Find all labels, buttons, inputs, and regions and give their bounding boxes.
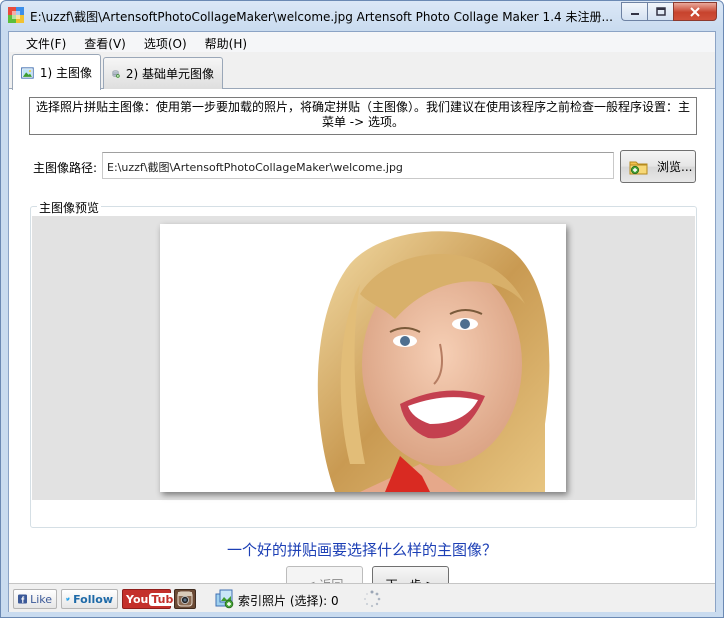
minimize-icon: [630, 12, 639, 15]
step-description: 选择照片拼贴主图像：使用第一步要加载的照片，将确定拼贴（主图像）。我们建议在使用…: [29, 97, 697, 135]
menu-view[interactable]: 查看(V): [75, 32, 135, 52]
browse-button-label: 浏览...: [657, 160, 693, 174]
preview-group: 主图像预览: [30, 199, 697, 528]
tab-base-images-label: 2) 基础单元图像: [125, 67, 214, 81]
menu-bar: 文件(F) 查看(V) 选项(O) 帮助(H): [9, 32, 715, 52]
twitter-follow-button[interactable]: Follow: [61, 589, 118, 609]
youtube-button[interactable]: You Tube: [122, 589, 183, 609]
facebook-icon: [18, 594, 28, 604]
window-title: E:\uzzf\截图\ArtensoftPhotoCollageMaker\we…: [30, 10, 613, 24]
like-label: Like: [30, 592, 52, 606]
title-bar[interactable]: E:\uzzf\截图\ArtensoftPhotoCollageMaker\we…: [1, 1, 723, 31]
main-image-panel: 选择照片拼贴主图像：使用第一步要加载的照片，将确定拼贴（主图像）。我们建议在使用…: [9, 89, 715, 603]
close-icon: [690, 6, 700, 17]
portrait-image: [160, 224, 566, 492]
preview-area: [32, 216, 695, 500]
loading-spinner-icon: [364, 590, 381, 608]
main-image-preview: [160, 224, 566, 492]
facebook-like-button[interactable]: Like: [13, 589, 57, 609]
path-label: 主图像路径:: [33, 161, 98, 175]
instagram-camera-icon: [177, 591, 193, 607]
window-controls: [621, 2, 717, 21]
youtube-you-label: You: [126, 592, 149, 606]
maximize-button[interactable]: [647, 2, 673, 21]
tab-main-image[interactable]: 1) 主图像: [12, 54, 101, 90]
menu-help[interactable]: 帮助(H): [196, 32, 256, 52]
tab-strip: 1) 主图像 2) 基础单元图像: [9, 53, 715, 90]
status-bar: Like Follow You Tube 索引照片 (选择): 0: [9, 583, 715, 612]
follow-label: Follow: [73, 592, 113, 606]
maximize-icon: [655, 7, 666, 16]
menu-file[interactable]: 文件(F): [17, 32, 75, 52]
twitter-bird-icon: [66, 597, 70, 601]
tab-base-images[interactable]: 2) 基础单元图像: [103, 57, 223, 89]
tab-main-image-label: 1) 主图像: [39, 66, 92, 80]
close-button[interactable]: [673, 2, 717, 21]
image-icon: [21, 66, 34, 79]
index-photos-icon: [215, 589, 234, 609]
client-area: 文件(F) 查看(V) 选项(O) 帮助(H) 1) 主图像 2) 基础单元图像…: [8, 31, 716, 612]
image-path-input[interactable]: E:\uzzf\截图\ArtensoftPhotoCollageMaker\we…: [102, 152, 614, 179]
minimize-button[interactable]: [621, 2, 647, 21]
preview-legend: 主图像预览: [37, 199, 102, 216]
app-window: E:\uzzf\截图\ArtensoftPhotoCollageMaker\we…: [0, 0, 724, 618]
help-question-link[interactable]: 一个好的拼贴画要选择什么样的主图像？: [9, 539, 715, 560]
menu-options[interactable]: 选项(O): [135, 32, 196, 52]
index-photos-status: 索引照片 (选择): 0: [238, 594, 339, 608]
folder-add-icon: [629, 161, 648, 174]
browse-button[interactable]: 浏览...: [620, 150, 696, 183]
database-add-icon: [112, 69, 120, 78]
instagram-button[interactable]: [174, 589, 196, 609]
app-logo-icon: [8, 7, 24, 23]
